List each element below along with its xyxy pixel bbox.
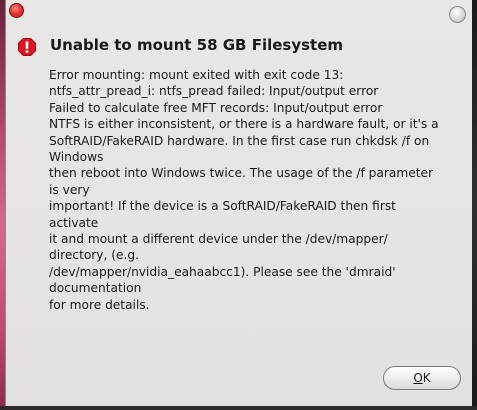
- message-line: it and mount a different device under th…: [49, 232, 388, 247]
- message-line: SoftRAID/FakeRAID hardware. In the first…: [49, 133, 430, 148]
- dialog-title: Unable to mount 58 GB Filesystem: [50, 36, 344, 54]
- error-icon: [18, 38, 36, 56]
- error-message: Error mounting: mount exited with exit c…: [49, 67, 469, 313]
- titlebar: [6, 0, 472, 26]
- message-line: Failed to calculate free MFT records: In…: [49, 100, 383, 115]
- message-line: is very: [49, 182, 90, 197]
- window-edge-bottom: [0, 406, 477, 410]
- message-line: important! If the device is a SoftRAID/F…: [49, 199, 396, 214]
- ok-button[interactable]: OK: [383, 366, 461, 390]
- message-line: Windows: [49, 150, 104, 165]
- maximize-button[interactable]: [449, 6, 466, 23]
- message-line: ntfs_attr_pread_i: ntfs_pread failed: In…: [49, 84, 379, 99]
- close-button[interactable]: [9, 3, 24, 18]
- window-edge: [472, 0, 477, 410]
- message-line: for more details.: [49, 297, 150, 312]
- error-dialog: Unable to mount 58 GB Filesystem Error m…: [5, 0, 472, 406]
- message-line: then reboot into Windows twice. The usag…: [49, 166, 434, 181]
- ok-button-mnemonic: O: [413, 371, 423, 385]
- message-line: directory, (e.g.: [49, 248, 140, 263]
- ok-button-label: K: [422, 371, 431, 385]
- message-line: documentation: [49, 281, 142, 296]
- message-line: /dev/mapper/nvidia_eahaabcc1). Please se…: [49, 264, 396, 279]
- message-line: NTFS is either inconsistent, or there is…: [49, 117, 439, 132]
- message-line: activate: [49, 215, 99, 230]
- message-line: Error mounting: mount exited with exit c…: [49, 68, 344, 82]
